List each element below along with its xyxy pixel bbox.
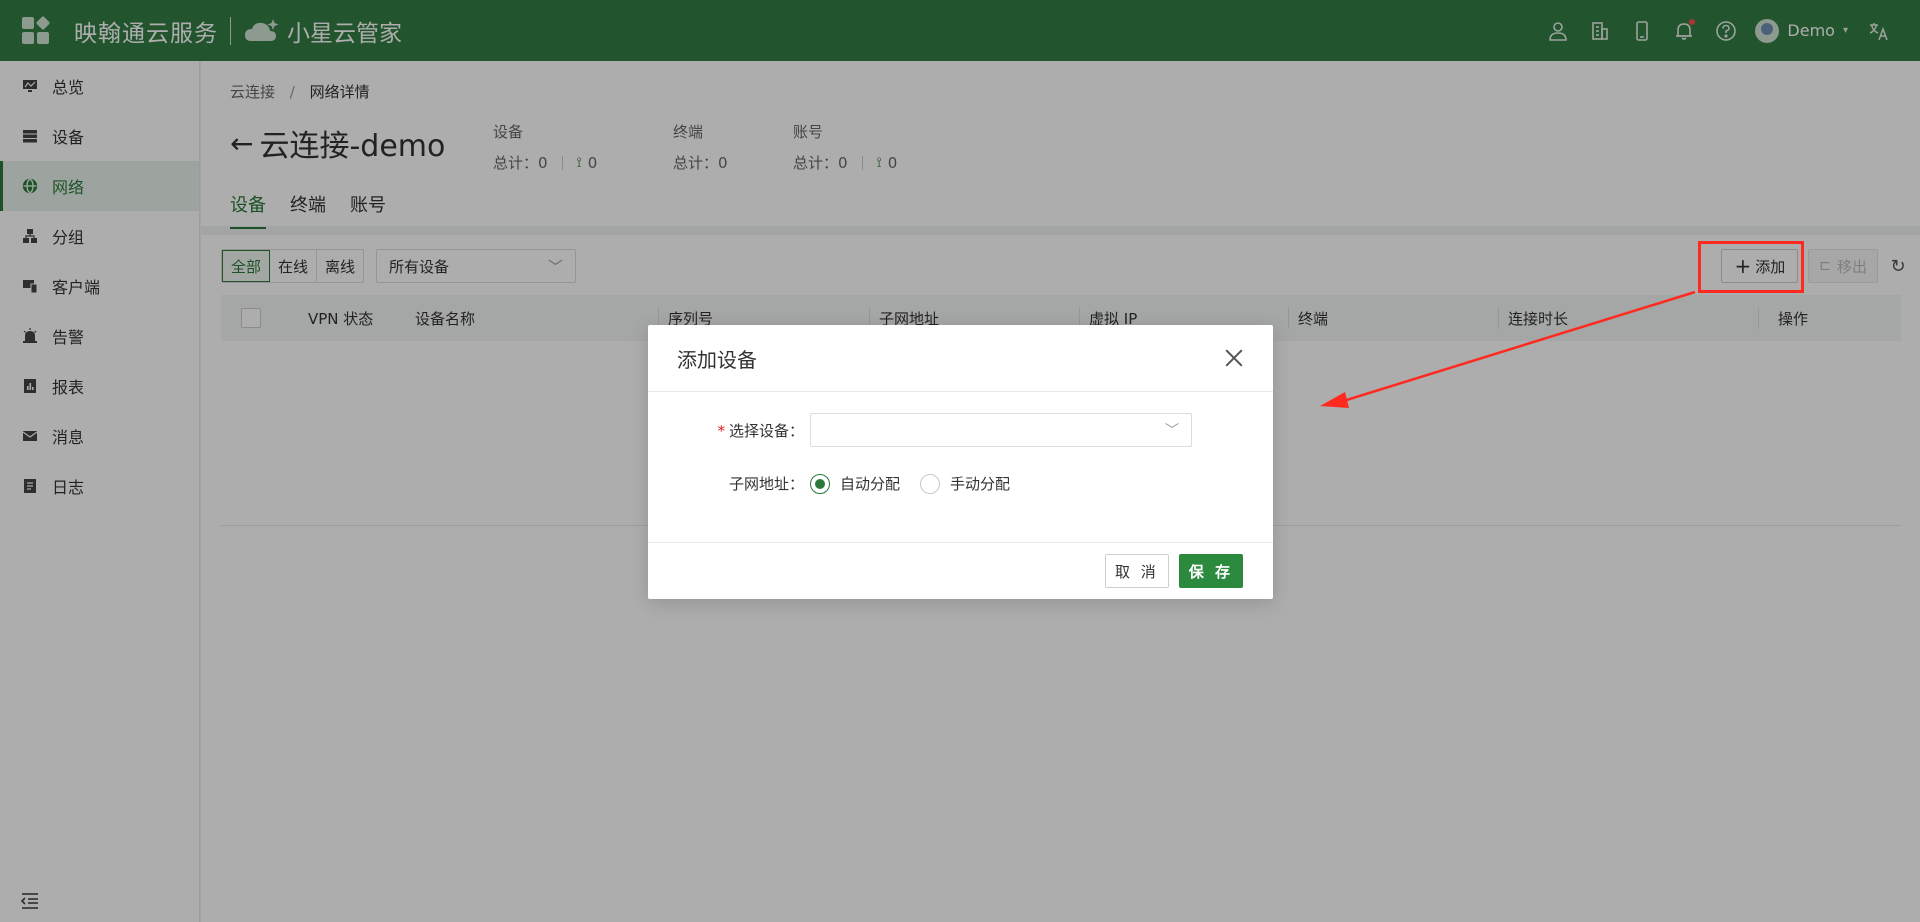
chevron-down-icon: ﹀	[1165, 423, 1179, 439]
close-icon[interactable]	[1224, 348, 1244, 368]
radio-label: 手动分配	[950, 475, 1011, 493]
save-button[interactable]: 保 存	[1178, 554, 1243, 588]
add-device-dialog: 添加设备 * 选择设备： ﹀ 子网地址： 自动分配 手动分配 取 消 保 存	[648, 325, 1273, 599]
required-asterisk: *	[717, 421, 725, 440]
annotation-highlight-box	[1698, 241, 1804, 293]
subnet-radio-group: 自动分配 手动分配	[810, 473, 1010, 494]
dialog-title: 添加设备	[677, 347, 757, 372]
select-device-label: 选择设备：	[728, 421, 804, 440]
subnet-label: 子网地址：	[728, 475, 804, 493]
cancel-button[interactable]: 取 消	[1104, 554, 1169, 588]
select-device-dropdown[interactable]: ﹀	[810, 413, 1192, 447]
dialog-footer: 取 消 保 存	[648, 542, 1273, 599]
radio-auto-assign[interactable]: 自动分配	[810, 473, 900, 494]
subnet-row: 子网地址： 自动分配 手动分配	[648, 473, 1010, 494]
radio-label: 自动分配	[840, 475, 901, 493]
radio-manual-assign[interactable]: 手动分配	[920, 473, 1010, 494]
select-device-row: * 选择设备： ﹀	[648, 413, 1192, 447]
